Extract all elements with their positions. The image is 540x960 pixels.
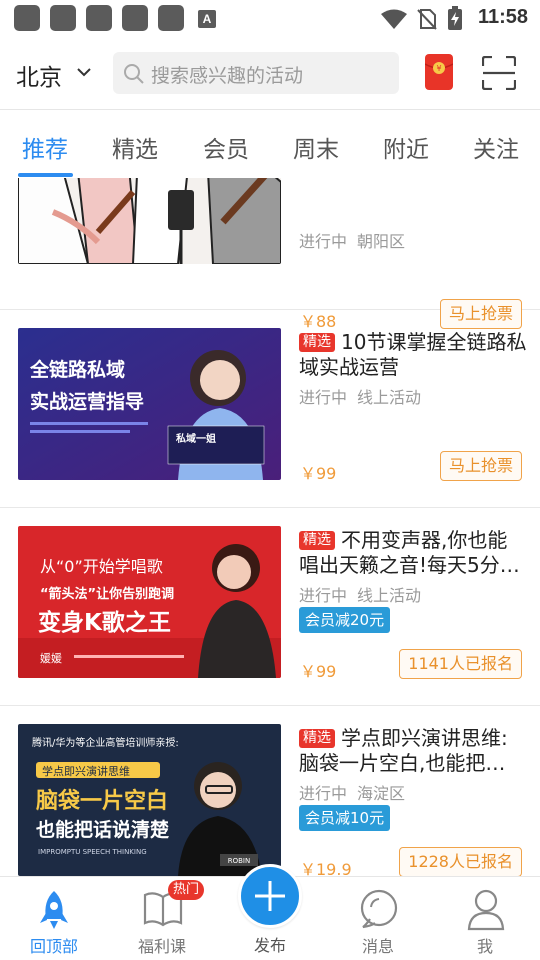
red-packet-icon[interactable]: ¥ (425, 54, 453, 90)
activity-image (18, 178, 281, 264)
publish-button[interactable] (238, 864, 302, 928)
activity-location: 海淀区 (357, 784, 406, 803)
translate-icon: A (198, 10, 216, 28)
nav-me[interactable]: 我 (440, 877, 530, 960)
no-sim-icon (417, 9, 437, 30)
tab-weekend[interactable]: 周末 (293, 130, 339, 164)
chat-bubble-icon (360, 889, 398, 929)
activity-card[interactable]: 进行中 朝阳区 ￥88 马上抢票 (0, 178, 540, 331)
tab-following[interactable]: 关注 (473, 130, 519, 164)
poster-caption: 媛媛 (40, 651, 62, 665)
poster-caption: 私域一姐 (175, 432, 216, 445)
activity-meta: 进行中 海淀区 (299, 780, 405, 804)
top-header: 北京 搜索感兴趣的活动 ¥ (0, 36, 540, 110)
poster-headline: 从“0”开始学唱歌 (40, 557, 163, 576)
activity-image: 从“0”开始学唱歌 “箭头法”让你告别跑调 变身K歌之王 媛媛 (18, 526, 281, 678)
poster-headline: 脑袋一片空白 (36, 788, 168, 814)
plus-icon (255, 881, 285, 911)
tab-featured[interactable]: 精选 (112, 130, 158, 164)
activity-card[interactable]: 全链路私域 实战运营指导 私域一姐 精选 10节课掌握全链路私域实战运营 进行中线… (0, 310, 540, 508)
featured-tag: 精选 (299, 729, 335, 748)
search-input[interactable]: 搜索感兴趣的活动 (113, 52, 399, 94)
scan-icon[interactable] (482, 56, 516, 90)
activity-status: 进行中 (299, 586, 348, 605)
nav-label: 发布 (253, 936, 286, 955)
poster-caption: 学点即兴演讲思维 (42, 764, 130, 778)
signup-count-button[interactable]: 1228人已报名 (399, 847, 522, 877)
active-tab-indicator (18, 173, 73, 177)
activity-status: 进行中 (299, 232, 348, 251)
poster-headline: 全链路私域 (29, 358, 125, 381)
poster-caption: 腾讯/华为等企业高管培训师亲授: (32, 736, 179, 749)
hot-badge: 热门 (168, 880, 205, 900)
activity-image: 全链路私域 实战运营指导 私域一姐 (18, 328, 281, 480)
activity-card[interactable]: ROBIN 腾讯/华为等企业高管培训师亲授: 学点即兴演讲思维 脑袋一片空白 也… (0, 706, 540, 878)
tab-nearby[interactable]: 附近 (383, 130, 429, 164)
featured-tag: 精选 (299, 333, 335, 352)
search-placeholder: 搜索感兴趣的活动 (151, 65, 304, 87)
activity-location: 朝阳区 (357, 232, 406, 251)
poster-caption: IMPROMPTU SPEECH THINKING (38, 848, 147, 856)
notification-icon (86, 5, 112, 31)
activity-location: 线上活动 (357, 388, 422, 407)
activity-thumbnail[interactable]: ROBIN 腾讯/华为等企业高管培训师亲授: 学点即兴演讲思维 脑袋一片空白 也… (18, 724, 281, 876)
poster-headline: 变身K歌之王 (38, 609, 171, 636)
notification-icon (50, 5, 76, 31)
activity-title[interactable]: 精选 学点即兴演讲思维:脑袋一片空白,也能把… (299, 726, 527, 776)
tab-member[interactable]: 会员 (203, 130, 249, 164)
poster-headline: 也能把话说清楚 (36, 818, 169, 841)
search-icon (124, 64, 144, 84)
activity-thumbnail[interactable]: 从“0”开始学唱歌 “箭头法”让你告别跑调 变身K歌之王 媛媛 (18, 526, 281, 678)
notification-icon (14, 5, 40, 31)
activity-status: 进行中 (299, 784, 348, 803)
nav-label: 我 (476, 937, 493, 956)
activity-location: 线上活动 (357, 586, 422, 605)
wifi-icon (381, 9, 407, 29)
activity-title[interactable]: 精选 不用变声器,你也能唱出天籁之音!每天5分… (299, 528, 527, 578)
battery-charging-icon (448, 6, 462, 30)
status-bar: A 11:58 (0, 0, 540, 36)
notification-icon (122, 5, 148, 31)
svg-text:¥: ¥ (436, 64, 441, 73)
person-icon (467, 889, 505, 931)
poster-headline: 实战运营指导 (30, 390, 144, 413)
nav-back-to-top[interactable]: 回顶部 (9, 877, 99, 960)
city-selector[interactable]: 北京 (16, 58, 62, 92)
featured-tag: 精选 (299, 531, 335, 550)
nav-label: 福利课 (137, 937, 186, 956)
rocket-icon (40, 891, 68, 929)
activity-price: ￥99 (300, 662, 337, 681)
activity-title[interactable]: 精选 10节课掌握全链路私域实战运营 (299, 330, 527, 380)
poster-subheadline: “箭头法”让你告别跑调 (40, 586, 174, 602)
activity-meta: 进行中 线上活动 (299, 384, 421, 408)
activity-status: 进行中 (299, 388, 348, 407)
activity-card[interactable]: 从“0”开始学唱歌 “箭头法”让你告别跑调 变身K歌之王 媛媛 精选 不用变声器,… (0, 508, 540, 706)
buy-ticket-button[interactable]: 马上抢票 (439, 451, 522, 481)
signup-count-button[interactable]: 1141人已报名 (399, 649, 522, 679)
nav-messages[interactable]: 消息 (333, 877, 423, 960)
nav-label: 消息 (361, 937, 394, 956)
member-discount-badge: 会员减10元 (299, 805, 391, 831)
activity-price: ￥19.9 (300, 860, 352, 878)
category-tabs: 推荐 精选 会员 周末 附近 关注 (0, 110, 540, 178)
notification-icon (158, 5, 184, 31)
chevron-down-icon[interactable] (76, 64, 92, 80)
activity-thumbnail[interactable] (18, 178, 281, 264)
clock: 11:58 (477, 6, 528, 28)
tab-recommended[interactable]: 推荐 (22, 130, 68, 164)
activity-image: ROBIN 腾讯/华为等企业高管培训师亲授: 学点即兴演讲思维 脑袋一片空白 也… (18, 724, 281, 876)
nav-label: 回顶部 (29, 937, 78, 956)
member-discount-badge: 会员减20元 (299, 607, 391, 633)
activity-feed[interactable]: 进行中 朝阳区 ￥88 马上抢票 全链路私域 实战运营指导 私域一姐 精选 10… (0, 178, 540, 878)
poster-caption: ROBIN (228, 857, 250, 865)
activity-meta: 进行中 朝阳区 (299, 228, 405, 252)
activity-price: ￥99 (300, 464, 337, 483)
activity-meta: 进行中 线上活动 (299, 582, 421, 606)
activity-thumbnail[interactable]: 全链路私域 实战运营指导 私域一姐 (18, 328, 281, 480)
